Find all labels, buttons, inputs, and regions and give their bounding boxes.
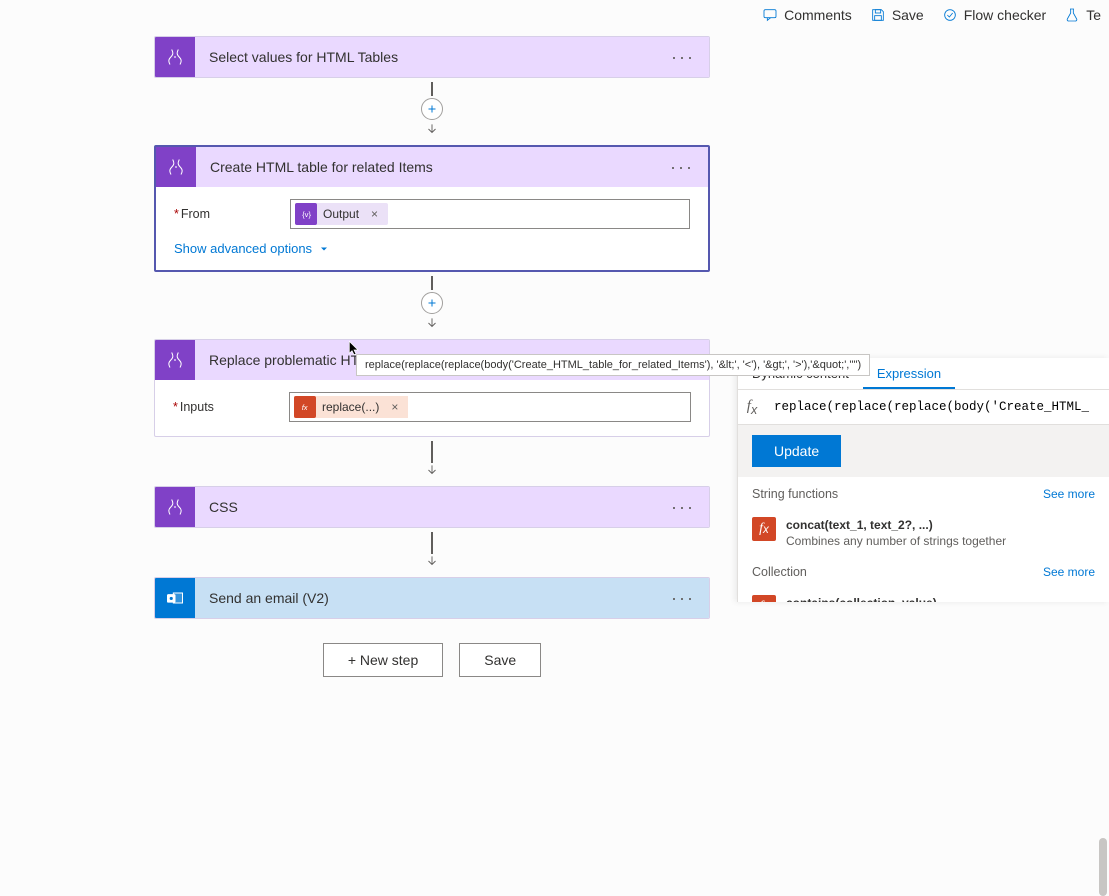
- flow-checker-icon: [942, 7, 958, 23]
- step-create-html-table[interactable]: Create HTML table for related Items ··· …: [154, 145, 710, 272]
- fn-signature: concat(text_1, text_2?, ...): [786, 517, 1006, 533]
- data-operation-icon: [155, 487, 195, 527]
- token-remove-icon[interactable]: ×: [385, 400, 404, 414]
- inputs-input[interactable]: fx replace(...) ×: [289, 392, 691, 422]
- tab-expression[interactable]: Expression: [863, 358, 955, 389]
- comments-button[interactable]: Comments: [762, 7, 852, 23]
- new-step-button[interactable]: + New step: [323, 643, 443, 677]
- save-flow-button[interactable]: Save: [459, 643, 541, 677]
- category-collection: Collection See more: [738, 555, 1109, 589]
- connector: [154, 528, 710, 577]
- show-advanced-link[interactable]: Show advanced options: [174, 241, 690, 256]
- outlook-icon: [155, 578, 195, 618]
- chevron-down-icon: [318, 243, 330, 255]
- token-replace-fx[interactable]: fx replace(...) ×: [294, 396, 408, 418]
- fx-icon: fx: [752, 517, 776, 541]
- fx-icon: fx: [738, 398, 766, 417]
- from-label: *From: [174, 207, 290, 221]
- token-remove-icon[interactable]: ×: [365, 207, 384, 221]
- test-button[interactable]: Te: [1064, 7, 1101, 23]
- fn-concat[interactable]: fx concat(text_1, text_2?, ...) Combines…: [738, 511, 1109, 555]
- see-more-link[interactable]: See more: [1043, 565, 1095, 579]
- top-toolbar: Comments Save Flow checker Te: [754, 0, 1109, 30]
- step-title: CSS: [195, 499, 671, 515]
- update-button[interactable]: Update: [752, 435, 841, 467]
- step-title: Select values for HTML Tables: [195, 49, 671, 65]
- token-tooltip: replace(replace(replace(body('Create_HTM…: [356, 354, 870, 376]
- fn-description: Combines any number of strings together: [786, 533, 1006, 549]
- test-label: Te: [1086, 7, 1101, 23]
- arrow-down-icon: [425, 463, 439, 482]
- svg-text:fx: fx: [301, 403, 308, 412]
- fx-icon: fx: [752, 595, 776, 602]
- step-menu-button[interactable]: ···: [671, 588, 709, 609]
- flow-checker-label: Flow checker: [964, 7, 1046, 23]
- expression-panel: Dynamic content Expression fx Update Str…: [737, 358, 1109, 602]
- token-output[interactable]: {v} Output ×: [295, 203, 388, 225]
- step-title: Send an email (V2): [195, 590, 671, 606]
- cursor-icon: [346, 340, 362, 356]
- step-menu-button[interactable]: ···: [671, 497, 709, 518]
- data-operation-icon: [155, 340, 195, 380]
- connector: [154, 272, 710, 339]
- svg-text:{v}: {v}: [302, 210, 311, 219]
- insert-step-button[interactable]: [421, 292, 443, 314]
- connector: [154, 437, 710, 486]
- data-operation-icon: [156, 147, 196, 187]
- step-css[interactable]: CSS ···: [154, 486, 710, 528]
- fn-signature: contains(collection, value): [786, 595, 937, 602]
- connector: [154, 78, 710, 145]
- test-icon: [1064, 7, 1080, 23]
- inputs-label: *Inputs: [173, 400, 289, 414]
- step-send-email[interactable]: Send an email (V2) ···: [154, 577, 710, 619]
- flow-checker-button[interactable]: Flow checker: [942, 7, 1046, 23]
- save-icon: [870, 7, 886, 23]
- arrow-down-icon: [425, 316, 439, 335]
- insert-step-button[interactable]: [421, 98, 443, 120]
- arrow-down-icon: [425, 122, 439, 141]
- category-string-functions: String functions See more: [738, 477, 1109, 511]
- see-more-link[interactable]: See more: [1043, 487, 1095, 501]
- arrow-down-icon: [425, 554, 439, 573]
- from-input[interactable]: {v} Output ×: [290, 199, 690, 229]
- save-label: Save: [892, 7, 924, 23]
- step-menu-button[interactable]: ···: [671, 47, 709, 68]
- step-menu-button[interactable]: ···: [670, 157, 708, 178]
- comments-label: Comments: [784, 7, 852, 23]
- expression-input[interactable]: [766, 390, 1109, 424]
- data-operation-icon: [155, 37, 195, 77]
- scrollbar-thumb[interactable]: [1099, 838, 1107, 896]
- step-title: Create HTML table for related Items: [196, 159, 670, 175]
- save-button[interactable]: Save: [870, 7, 924, 23]
- fn-contains[interactable]: fx contains(collection, value): [738, 589, 1109, 602]
- comment-icon: [762, 7, 778, 23]
- step-select-values[interactable]: Select values for HTML Tables ···: [154, 36, 710, 78]
